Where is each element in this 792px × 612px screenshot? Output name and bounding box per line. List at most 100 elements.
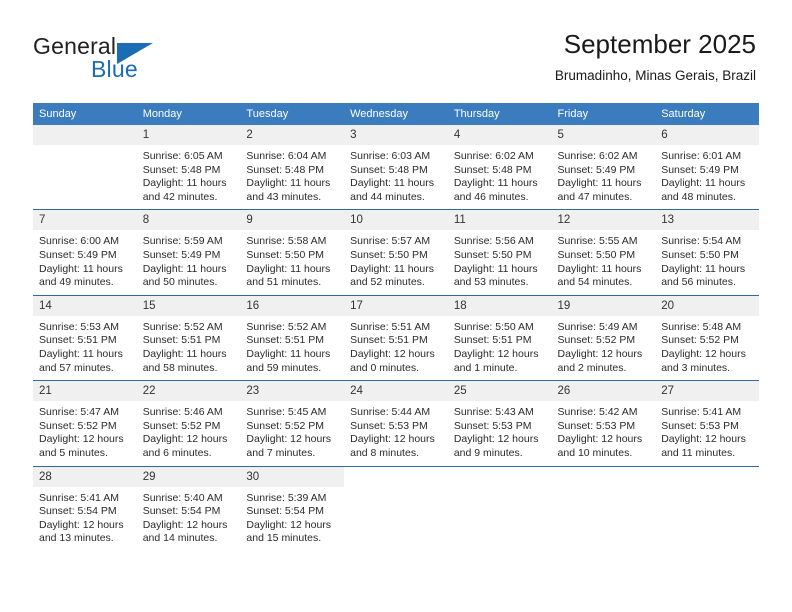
location-subtitle: Brumadinho, Minas Gerais, Brazil — [554, 68, 756, 83]
weekday-header-sunday: Sunday — [33, 103, 137, 125]
day-number: 20 — [655, 295, 759, 316]
day-detail-line: and 2 minutes. — [557, 361, 627, 374]
day-detail-line: Sunrise: 5:41 AM — [39, 491, 119, 504]
day-detail-line: and 15 minutes. — [246, 532, 322, 545]
day-detail-line: Sunrise: 6:04 AM — [246, 150, 327, 162]
day-detail-line: Daylight: 11 hours — [350, 177, 434, 190]
day-details: Sunrise: 6:05 AM Sunset: 5:48 PM Daylight:… — [137, 145, 241, 209]
day-cell[interactable]: 9 Sunrise: 5:58 AM Sunset: 5:50 PM Daylight… — [240, 209, 345, 296]
day-cell[interactable]: 13 Sunrise: 5:54 AM Sunset: 5:50 PM Dayligh… — [655, 209, 759, 296]
day-cell[interactable]: 28 Sunrise: 5:41 AM Sunset: 5:54 PM Dayligh… — [33, 465, 137, 551]
day-details: Sunrise: 5:52 AM Sunset: 5:51 PM Daylight:… — [137, 316, 241, 380]
day-cell[interactable]: 6 Sunrise: 6:01 AM Sunset: 5:49 PM Daylight… — [655, 125, 759, 210]
brand-logo[interactable]: General Blue — [33, 33, 253, 85]
day-detail-line: Daylight: 11 hours — [142, 347, 227, 360]
day-detail-line: and 53 minutes. — [453, 276, 529, 289]
day-detail-line: Sunset: 5:48 PM — [142, 163, 221, 176]
day-details: Sunrise: 5:41 AM Sunset: 5:54 PM Daylight:… — [33, 487, 137, 551]
day-cell[interactable]: 18 Sunrise: 5:50 AM Sunset: 5:51 PM Dayligh… — [447, 294, 552, 381]
day-details: Sunrise: 6:00 AM Sunset: 5:49 PM Daylight:… — [33, 230, 137, 294]
day-cell[interactable]: 7 Sunrise: 6:00 AM Sunset: 5:49 PM Daylight… — [33, 209, 137, 296]
day-cell[interactable]: 11 Sunrise: 5:56 AM Sunset: 5:50 PM Dayligh… — [447, 209, 552, 296]
day-detail-line: Sunset: 5:53 PM — [661, 419, 739, 432]
day-details: Sunrise: 6:04 AM Sunset: 5:48 PM Daylight:… — [240, 145, 344, 209]
day-number: 16 — [240, 295, 345, 316]
day-detail-line: Sunrise: 5:53 AM — [39, 320, 119, 333]
day-detail-line: Daylight: 12 hours — [142, 433, 228, 446]
day-detail-line: Sunrise: 5:40 AM — [142, 491, 223, 504]
day-cell[interactable]: 23 Sunrise: 5:45 AM Sunset: 5:52 PM Dayligh… — [240, 380, 345, 466]
day-detail-line: and 52 minutes. — [350, 276, 425, 289]
day-detail-line: Daylight: 11 hours — [39, 347, 123, 360]
day-detail-line: Daylight: 12 hours — [350, 433, 435, 446]
page-header: General Blue September 2025 Brumadinho, … — [0, 0, 792, 100]
day-cell[interactable]: 20 Sunrise: 5:48 AM Sunset: 5:52 PM Dayligh… — [655, 294, 759, 381]
day-detail-line: Sunset: 5:52 PM — [557, 334, 636, 347]
day-detail-line: Sunset: 5:50 PM — [661, 248, 739, 261]
day-number — [551, 466, 656, 487]
day-detail-line: Daylight: 11 hours — [453, 177, 538, 190]
day-detail-line: Daylight: 11 hours — [246, 177, 331, 190]
day-cell[interactable]: 5 Sunrise: 6:02 AM Sunset: 5:49 PM Daylight… — [551, 125, 656, 210]
day-detail-line: Sunset: 5:50 PM — [350, 248, 428, 261]
day-detail-line: Sunrise: 5:52 AM — [246, 320, 327, 333]
day-cell[interactable]: 10 Sunrise: 5:57 AM Sunset: 5:50 PM Dayligh… — [344, 209, 448, 296]
day-detail-line: Sunrise: 5:55 AM — [557, 235, 638, 248]
day-number: 18 — [447, 295, 552, 316]
day-detail-line: Daylight: 12 hours — [142, 518, 228, 531]
day-cell[interactable]: 22 Sunrise: 5:46 AM Sunset: 5:52 PM Dayligh… — [136, 380, 241, 466]
day-detail-line: Sunrise: 6:02 AM — [453, 150, 534, 162]
weekday-header-friday: Friday — [551, 103, 656, 125]
day-number: 27 — [655, 381, 759, 402]
day-cell[interactable]: 8 Sunrise: 5:59 AM Sunset: 5:49 PM Daylight… — [136, 209, 241, 296]
day-detail-line: Daylight: 11 hours — [661, 177, 746, 190]
day-cell[interactable]: 25 Sunrise: 5:43 AM Sunset: 5:53 PM Dayligh… — [447, 380, 552, 466]
day-cell[interactable]: 4 Sunrise: 6:02 AM Sunset: 5:48 PM Daylight… — [447, 125, 552, 210]
day-cell[interactable]: 1 Sunrise: 6:05 AM Sunset: 5:48 PM Daylight… — [136, 125, 241, 210]
day-cell[interactable]: 15 Sunrise: 5:52 AM Sunset: 5:51 PM Dayligh… — [136, 294, 241, 381]
day-detail-line: Sunrise: 5:50 AM — [453, 320, 534, 333]
day-cell[interactable]: 24 Sunrise: 5:44 AM Sunset: 5:53 PM Dayligh… — [344, 380, 448, 466]
day-details: Sunrise: 5:51 AM Sunset: 5:51 PM Daylight:… — [344, 316, 448, 380]
day-number: 4 — [447, 125, 552, 145]
day-details: Sunrise: 5:50 AM Sunset: 5:51 PM Daylight:… — [448, 316, 552, 380]
day-cell[interactable]: 21 Sunrise: 5:47 AM Sunset: 5:52 PM Dayligh… — [33, 380, 137, 466]
day-cell[interactable]: 17 Sunrise: 5:51 AM Sunset: 5:51 PM Dayligh… — [344, 294, 448, 381]
day-cell[interactable]: 2 Sunrise: 6:04 AM Sunset: 5:48 PM Daylight… — [240, 125, 345, 210]
day-number — [33, 125, 137, 145]
day-number: 10 — [344, 210, 448, 231]
day-detail-line: and 1 minute. — [453, 361, 518, 374]
calendar-body: 1 Sunrise: 6:05 AM Sunset: 5:48 PM Daylight… — [33, 125, 759, 551]
day-cell[interactable]: 12 Sunrise: 5:55 AM Sunset: 5:50 PM Dayligh… — [551, 209, 656, 296]
calendar-week-row: 21 Sunrise: 5:47 AM Sunset: 5:52 PM Dayligh… — [33, 380, 759, 466]
day-detail-line: Daylight: 12 hours — [246, 433, 332, 446]
day-number — [344, 466, 448, 487]
day-detail-line: Daylight: 11 hours — [661, 262, 746, 275]
day-detail-line: Sunset: 5:52 PM — [142, 419, 221, 432]
day-number: 2 — [240, 125, 345, 145]
day-detail-line: Sunset: 5:54 PM — [39, 505, 117, 518]
day-cell[interactable]: 29 Sunrise: 5:40 AM Sunset: 5:54 PM Dayligh… — [136, 465, 241, 551]
day-cell[interactable]: 30 Sunrise: 5:39 AM Sunset: 5:54 PM Dayligh… — [240, 465, 345, 551]
day-cell[interactable]: 19 Sunrise: 5:49 AM Sunset: 5:52 PM Dayligh… — [551, 294, 656, 381]
calendar-week-row: 1 Sunrise: 6:05 AM Sunset: 5:48 PM Daylight… — [33, 125, 759, 210]
day-number: 13 — [655, 210, 759, 231]
day-detail-line: Sunrise: 6:05 AM — [142, 150, 223, 162]
day-cell[interactable]: 16 Sunrise: 5:52 AM Sunset: 5:51 PM Dayligh… — [240, 294, 345, 381]
day-details: Sunrise: 5:58 AM Sunset: 5:50 PM Daylight:… — [240, 230, 344, 294]
day-details: Sunrise: 5:52 AM Sunset: 5:51 PM Daylight:… — [240, 316, 344, 380]
day-detail-line: Sunset: 5:51 PM — [246, 334, 325, 347]
day-cell[interactable]: 3 Sunrise: 6:03 AM Sunset: 5:48 PM Daylight… — [344, 125, 448, 210]
day-cell[interactable]: 27 Sunrise: 5:41 AM Sunset: 5:53 PM Dayligh… — [655, 380, 759, 466]
weekday-header-saturday: Saturday — [655, 103, 759, 125]
day-cell[interactable]: 14 Sunrise: 5:53 AM Sunset: 5:51 PM Dayligh… — [33, 294, 137, 381]
day-detail-line: Sunset: 5:53 PM — [453, 419, 532, 432]
day-number: 12 — [551, 210, 656, 231]
day-cell[interactable]: 26 Sunrise: 5:42 AM Sunset: 5:53 PM Dayligh… — [551, 380, 656, 466]
day-details: Sunrise: 5:57 AM Sunset: 5:50 PM Daylight:… — [344, 230, 448, 294]
day-number: 1 — [136, 125, 241, 145]
day-number: 29 — [136, 466, 241, 487]
day-details: Sunrise: 5:56 AM Sunset: 5:50 PM Daylight:… — [448, 230, 552, 294]
day-details: Sunrise: 5:45 AM Sunset: 5:52 PM Daylight:… — [240, 401, 344, 465]
day-detail-line: Sunrise: 6:01 AM — [661, 150, 742, 162]
